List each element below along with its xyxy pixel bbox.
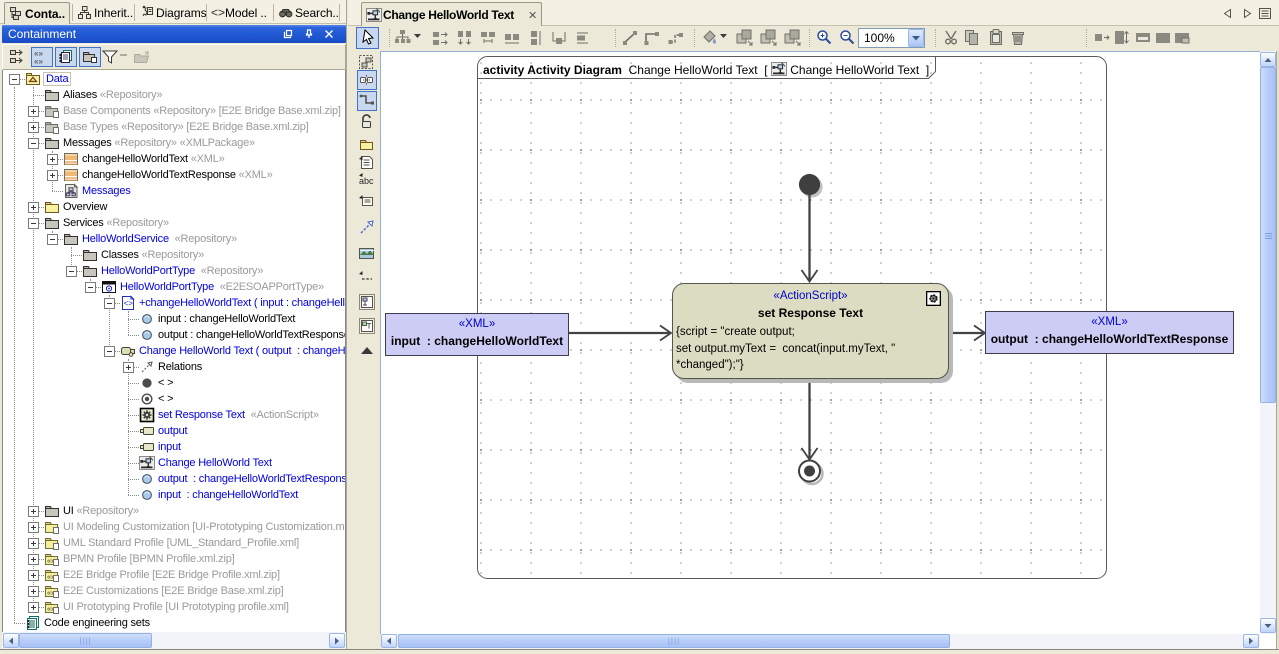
svg-text:«»: «» [34,57,43,66]
svg-text:<>: <> [124,299,134,308]
svg-text:<>: <> [211,6,225,20]
svg-text:abc: abc [359,176,374,186]
